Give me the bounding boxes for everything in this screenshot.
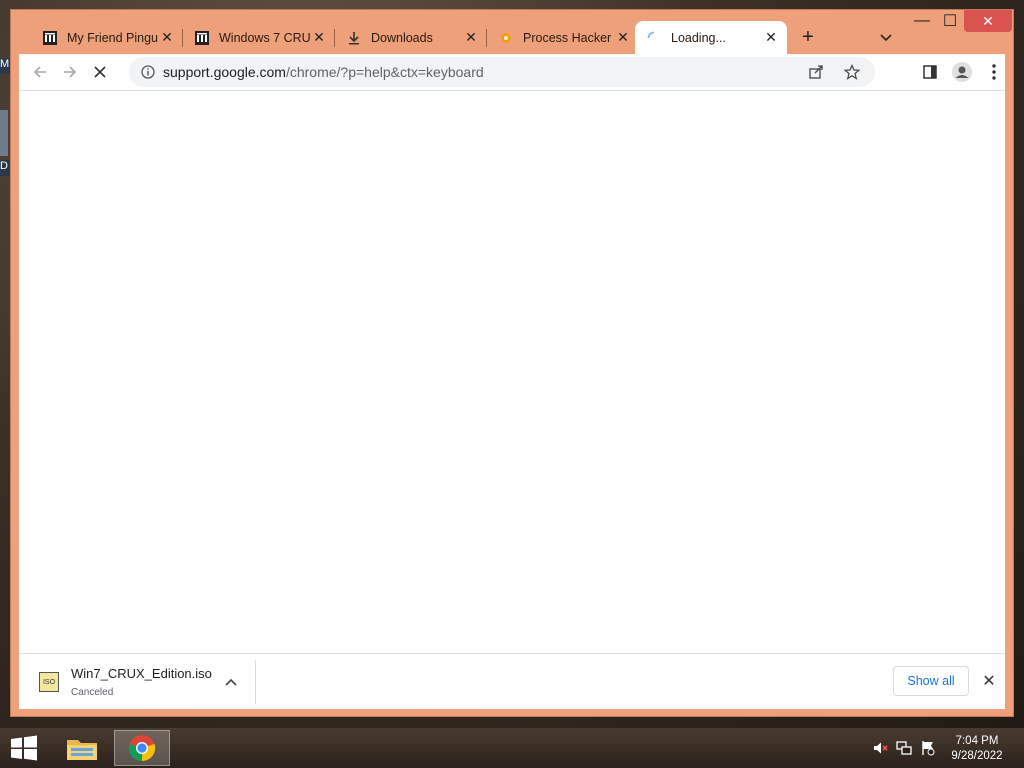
tab-loading[interactable]: Loading... ✕ <box>635 21 787 54</box>
tab-strip: My Friend Pingu ✕ Windows 7 CRUX ✕ Downl… <box>11 10 1013 54</box>
start-button[interactable] <box>6 732 42 764</box>
url-path: /chrome/?p=help&ctx=keyboard <box>285 64 484 80</box>
clock-date: 9/28/2022 <box>951 750 1003 762</box>
url-host: support.google.com <box>163 64 286 80</box>
taskbar: 7:04 PM 9/28/2022 <box>0 728 1024 768</box>
tab-close-button[interactable]: ✕ <box>311 29 327 46</box>
share-icon[interactable] <box>801 57 831 87</box>
volume-muted-icon[interactable] <box>872 740 888 761</box>
download-item-divider <box>255 660 256 704</box>
folder-icon <box>67 740 97 760</box>
stop-x-icon <box>94 66 106 78</box>
windows-logo-icon <box>11 735 37 761</box>
process-hacker-icon <box>497 30 515 46</box>
loading-spinner-icon <box>645 30 663 46</box>
action-center-flag-icon[interactable] <box>920 740 936 761</box>
download-item[interactable]: ISO Win7_CRUX_Edition.iso Canceled <box>19 654 255 710</box>
download-status: Canceled <box>71 687 114 698</box>
download-shelf: ISO Win7_CRUX_Edition.iso Canceled Show … <box>19 653 1005 709</box>
new-tab-button[interactable]: + <box>796 26 820 48</box>
chrome-logo-icon <box>128 735 156 762</box>
tab-downloads[interactable]: Downloads ✕ <box>335 21 487 54</box>
tab-title: Downloads <box>371 30 433 45</box>
stop-loading-button[interactable] <box>85 57 115 87</box>
download-icon <box>345 30 363 46</box>
desktop-icon-m-label: M <box>0 58 10 70</box>
tab-title: Process Hacker <box>523 30 612 45</box>
menu-kebab-icon[interactable] <box>979 57 1009 87</box>
close-shelf-button[interactable]: ✕ <box>977 669 1001 693</box>
back-arrow-icon <box>33 66 46 78</box>
tab-search-chevron-icon[interactable] <box>875 27 897 49</box>
minimize-button[interactable]: — <box>909 10 935 32</box>
museum-icon <box>193 30 211 46</box>
taskbar-chrome[interactable] <box>114 730 170 766</box>
chevron-up-icon[interactable] <box>221 673 241 691</box>
clock-time: 7:04 PM <box>955 735 999 747</box>
site-info-icon[interactable] <box>133 65 163 79</box>
close-window-button[interactable]: ✕ <box>964 10 1012 32</box>
bookmark-star-icon[interactable] <box>837 57 867 87</box>
tab-process-hacker[interactable]: Process Hacker ✕ <box>487 21 639 54</box>
desktop-window-edge <box>0 110 8 156</box>
tab-title: My Friend Pingu <box>67 30 159 45</box>
tab-my-friend-pingu[interactable]: My Friend Pingu ✕ <box>31 21 183 54</box>
address-bar[interactable]: support.google.com/chrome/?p=help&ctx=ke… <box>129 57 875 87</box>
taskbar-clock[interactable]: 7:04 PM 9/28/2022 <box>940 734 1014 764</box>
tab-title: Loading... <box>671 30 726 45</box>
back-button[interactable] <box>25 57 55 87</box>
tab-windows-7-crux[interactable]: Windows 7 CRUX ✕ <box>183 21 335 54</box>
maximize-button[interactable]: ☐ <box>937 10 963 32</box>
tab-title: Windows 7 CRUX <box>219 30 311 45</box>
forward-button[interactable] <box>55 57 85 87</box>
system-tray <box>872 740 936 761</box>
omnibox-actions <box>801 57 867 87</box>
network-icon[interactable] <box>896 740 912 761</box>
profile-avatar-icon[interactable] <box>947 57 977 87</box>
tab-close-button[interactable]: ✕ <box>159 29 175 46</box>
show-all-button[interactable]: Show all <box>893 666 969 696</box>
tab-close-button[interactable]: ✕ <box>763 29 779 46</box>
page-content <box>19 90 1005 654</box>
museum-icon <box>41 30 59 46</box>
download-file-name: Win7_CRUX_Edition.iso <box>71 666 212 681</box>
tab-close-button[interactable]: ✕ <box>463 29 479 46</box>
tab-close-button[interactable]: ✕ <box>615 29 631 46</box>
side-panel-icon[interactable] <box>915 57 945 87</box>
chrome-window: My Friend Pingu ✕ Windows 7 CRUX ✕ Downl… <box>10 9 1014 717</box>
browser-toolbar: support.google.com/chrome/?p=help&ctx=ke… <box>19 54 1005 90</box>
taskbar-file-explorer[interactable] <box>54 730 110 766</box>
forward-arrow-icon <box>64 66 77 78</box>
desktop-icon-d-label: D <box>0 160 8 172</box>
iso-file-icon: ISO <box>39 672 59 692</box>
